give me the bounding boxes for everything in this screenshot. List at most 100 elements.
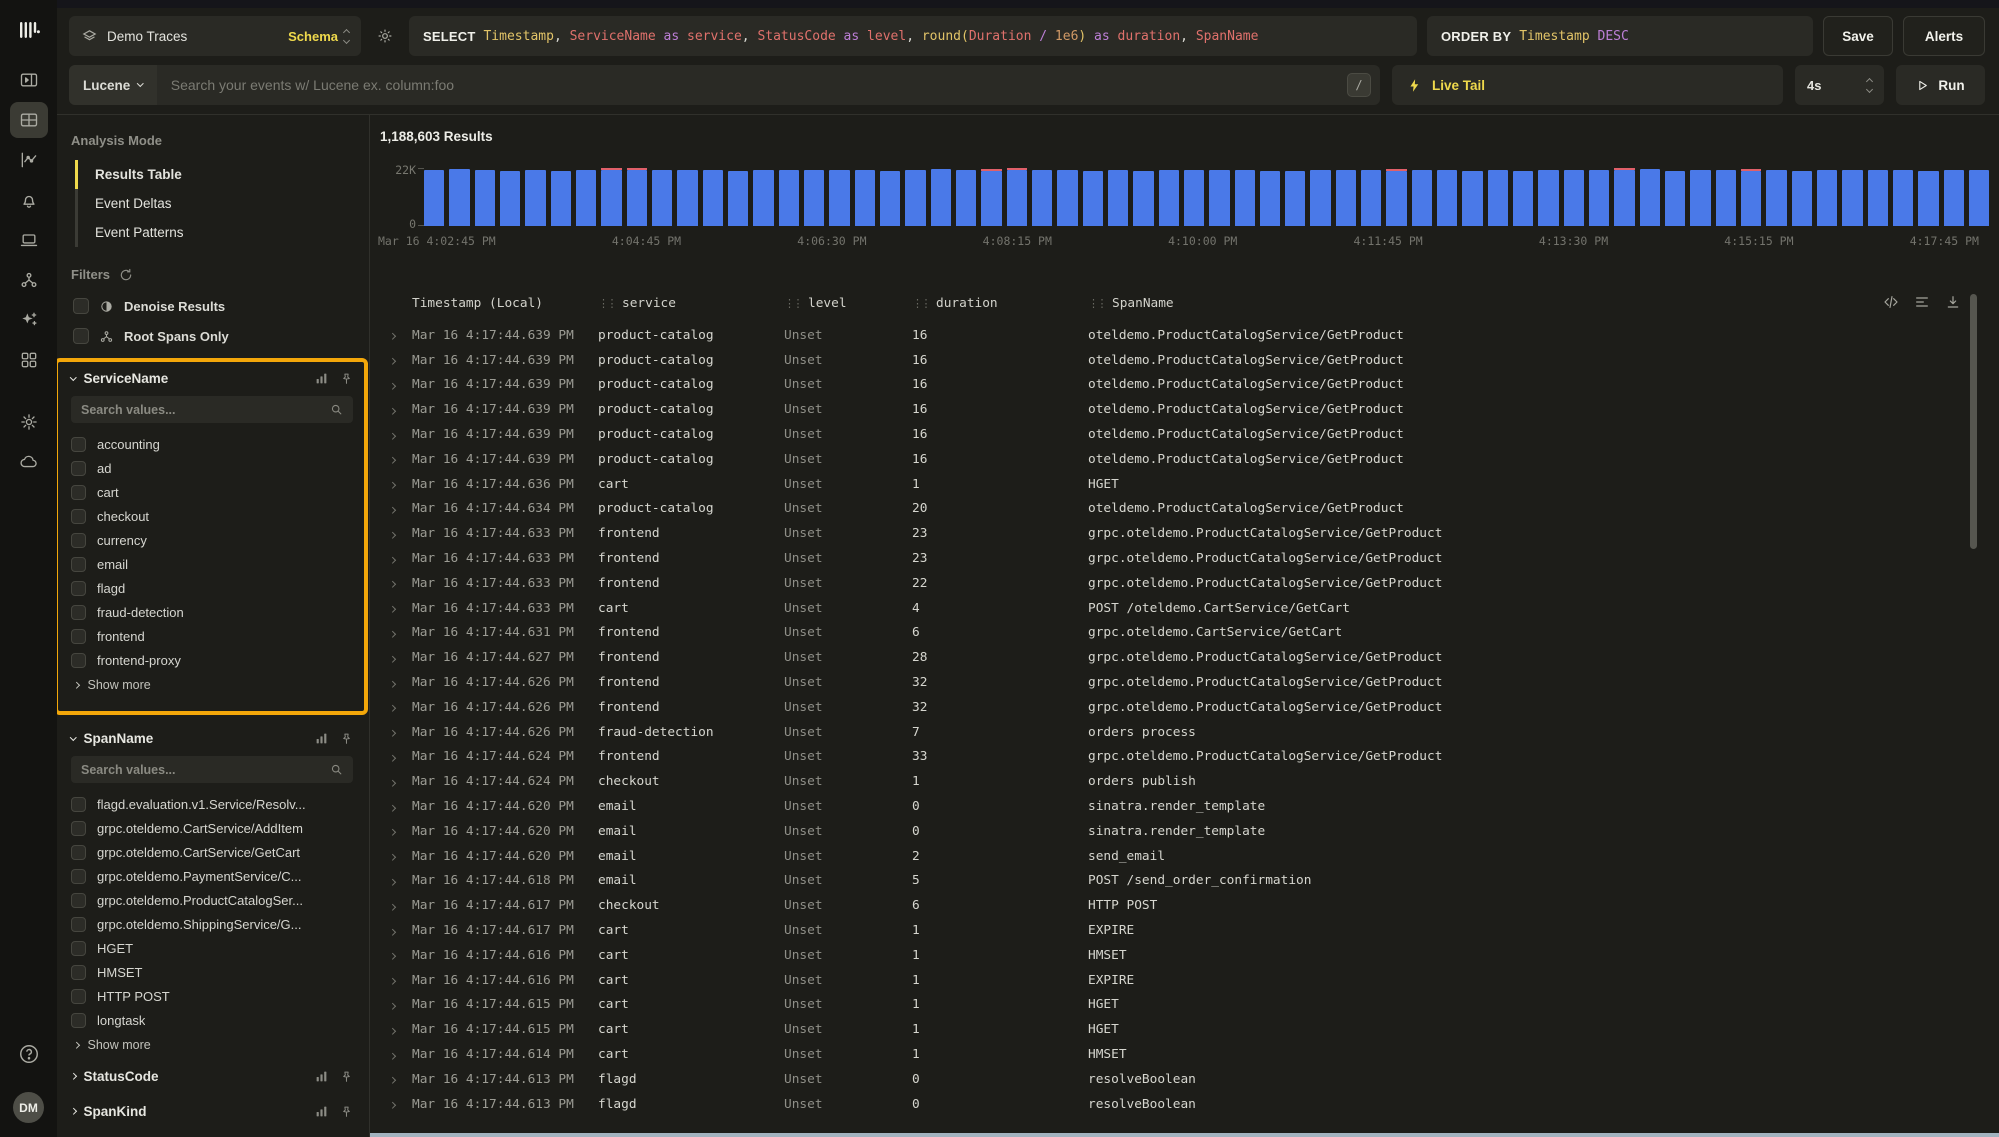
expand-row-chevron-icon[interactable] (378, 402, 412, 417)
sql-select-editor[interactable]: SELECT Timestamp, ServiceName as service… (409, 16, 1417, 56)
rail-cloud-icon[interactable] (10, 444, 48, 480)
histogram-bar[interactable] (1513, 168, 1533, 226)
save-button[interactable]: Save (1823, 16, 1893, 56)
query-language-select[interactable]: Lucene (69, 65, 157, 105)
expand-row-chevron-icon[interactable] (378, 997, 412, 1012)
table-row[interactable]: Mar 16 4:17:44.639 PM product-catalog Un… (378, 373, 1999, 398)
histogram-bar[interactable] (1614, 168, 1634, 226)
table-row[interactable]: Mar 16 4:17:44.624 PM checkout Unset 1 o… (378, 769, 1999, 794)
expand-row-chevron-icon[interactable] (378, 601, 412, 616)
expand-row-chevron-icon[interactable] (378, 576, 412, 591)
histogram-bar[interactable] (1868, 168, 1888, 226)
analysis-mode-event-patterns[interactable]: Event Patterns (75, 218, 353, 247)
checkbox[interactable] (71, 989, 86, 1004)
help-icon[interactable] (10, 1036, 48, 1072)
histogram-bar[interactable] (1640, 168, 1660, 226)
live-tail-button[interactable]: Live Tail (1392, 65, 1783, 105)
expand-row-chevron-icon[interactable] (378, 1047, 412, 1062)
expand-row-chevron-icon[interactable] (378, 774, 412, 789)
expand-row-chevron-icon[interactable] (378, 675, 412, 690)
histogram-bar[interactable] (1108, 168, 1128, 226)
expand-row-chevron-icon[interactable] (378, 973, 412, 988)
expand-row-chevron-icon[interactable] (378, 948, 412, 963)
checkbox[interactable] (71, 653, 86, 668)
histogram-bar[interactable] (1564, 168, 1584, 226)
checkbox[interactable] (71, 797, 86, 812)
histogram-bar[interactable] (1083, 168, 1103, 226)
column-header-duration[interactable]: ⋮⋮ duration (912, 296, 1088, 311)
table-row[interactable]: Mar 16 4:17:44.614 PM cart Unset 1 HMSET (378, 1042, 1999, 1067)
checkbox[interactable] (71, 509, 86, 524)
table-row[interactable]: Mar 16 4:17:44.633 PM frontend Unset 23 … (378, 546, 1999, 571)
table-row[interactable]: Mar 16 4:17:44.613 PM flagd Unset 0 reso… (378, 1092, 1999, 1117)
filter-value-row[interactable]: grpc.oteldemo.CartService/AddItem (71, 816, 353, 840)
histogram-bar[interactable] (1766, 168, 1786, 226)
avatar[interactable]: DM (13, 1092, 44, 1123)
filter-value-row[interactable]: flagd (71, 576, 353, 600)
filter-value-row[interactable]: ad (71, 456, 353, 480)
filter-value-row[interactable]: frontend-proxy (71, 648, 353, 672)
histogram-bar[interactable] (905, 168, 925, 226)
expand-row-chevron-icon[interactable] (378, 1097, 412, 1112)
histogram-bar[interactable] (956, 168, 976, 226)
filter-value-row[interactable]: checkout (71, 504, 353, 528)
checkbox[interactable] (71, 533, 86, 548)
table-row[interactable]: Mar 16 4:17:44.618 PM email Unset 5 POST… (378, 869, 1999, 894)
histogram-bar[interactable] (424, 168, 444, 226)
checkbox[interactable] (71, 581, 86, 596)
histogram-bar[interactable] (1159, 168, 1179, 226)
histogram-bar[interactable] (1032, 168, 1052, 226)
checkbox[interactable] (71, 917, 86, 932)
checkbox[interactable] (71, 1013, 86, 1028)
row-density-icon[interactable] (1914, 294, 1930, 310)
histogram-bar[interactable] (652, 168, 672, 226)
expand-row-chevron-icon[interactable] (378, 849, 412, 864)
expand-row-chevron-icon[interactable] (378, 526, 412, 541)
sql-orderby-editor[interactable]: ORDER BY Timestamp DESC (1427, 16, 1813, 56)
histogram-bars[interactable] (424, 168, 1989, 226)
filter-value-row[interactable]: HTTP POST (71, 984, 353, 1008)
table-row[interactable]: Mar 16 4:17:44.639 PM product-catalog Un… (378, 447, 1999, 472)
histogram-bar[interactable] (677, 168, 697, 226)
table-row[interactable]: Mar 16 4:17:44.627 PM frontend Unset 28 … (378, 645, 1999, 670)
column-header-spanname[interactable]: ⋮⋮ SpanName (1088, 296, 1999, 311)
checkbox[interactable] (71, 893, 86, 908)
expand-row-chevron-icon[interactable] (378, 353, 412, 368)
histogram-bar[interactable] (1184, 168, 1204, 226)
checkbox[interactable] (73, 328, 89, 344)
bar-chart-icon[interactable] (315, 372, 328, 385)
table-row[interactable]: Mar 16 4:17:44.620 PM email Unset 2 send… (378, 844, 1999, 869)
expand-row-chevron-icon[interactable] (378, 873, 412, 888)
histogram-bar[interactable] (1260, 168, 1280, 226)
run-button[interactable]: Run (1896, 65, 1985, 105)
drag-handle-icon[interactable]: ⋮⋮ (1088, 297, 1105, 310)
source-selector[interactable]: Demo Traces Schema (69, 16, 361, 56)
drag-handle-icon[interactable]: ⋮⋮ (598, 297, 615, 310)
pin-icon[interactable] (340, 1105, 353, 1118)
download-icon[interactable] (1945, 294, 1961, 310)
histogram-bar[interactable] (500, 168, 520, 226)
histogram-bar[interactable] (1944, 168, 1964, 226)
table-row[interactable]: Mar 16 4:17:44.620 PM email Unset 0 sina… (378, 819, 1999, 844)
filter-group-header-spanname[interactable]: SpanName (71, 725, 353, 752)
table-row[interactable]: Mar 16 4:17:44.639 PM product-catalog Un… (378, 348, 1999, 373)
checkbox[interactable] (71, 605, 86, 620)
filter-value-row[interactable]: longtask (71, 1008, 353, 1032)
histogram-bar[interactable] (829, 168, 849, 226)
toggle-denoise-results[interactable]: Denoise Results (73, 298, 353, 314)
histogram-bar[interactable] (981, 168, 1001, 226)
table-row[interactable]: Mar 16 4:17:44.631 PM frontend Unset 6 g… (378, 621, 1999, 646)
filter-value-row[interactable]: grpc.oteldemo.CartService/GetCart (71, 840, 353, 864)
histogram-bar[interactable] (1893, 168, 1913, 226)
filter-value-row[interactable]: email (71, 552, 353, 576)
column-header-level[interactable]: ⋮⋮ level (784, 296, 912, 311)
analysis-mode-event-deltas[interactable]: Event Deltas (75, 189, 353, 218)
histogram-bar[interactable] (1842, 168, 1862, 226)
code-icon[interactable] (1883, 294, 1899, 310)
expand-row-chevron-icon[interactable] (378, 501, 412, 516)
filter-group-header-servicename[interactable]: ServiceName (71, 365, 353, 392)
table-row[interactable]: Mar 16 4:17:44.617 PM cart Unset 1 EXPIR… (378, 918, 1999, 943)
expand-row-chevron-icon[interactable] (378, 650, 412, 665)
checkbox[interactable] (71, 557, 86, 572)
checkbox[interactable] (71, 821, 86, 836)
